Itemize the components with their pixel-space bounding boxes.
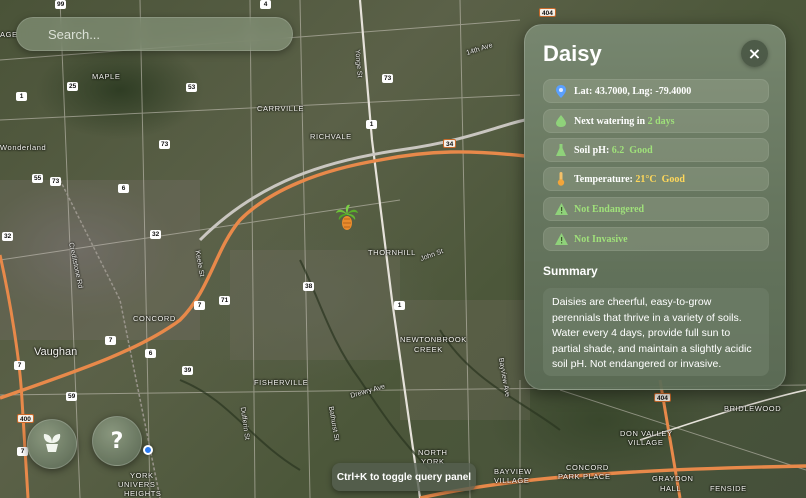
place-label-thornhill: THORNHILL [368,248,416,257]
route-shield: 7 [14,361,25,370]
place-label-york-univ: YORK [130,471,154,480]
route-shield: 6 [118,184,129,193]
route-shield: 7 [194,301,205,310]
route-shield: 73 [159,140,171,149]
watering-label: Next watering in [574,115,646,127]
watering-value: 2 days [647,115,675,127]
location-label: Lat: 43.7000, Lng: -79.4000 [574,85,692,97]
route-shield: 34 [443,139,457,148]
place-label-carrville: CARRVILLE [257,104,304,113]
place-label-village2: VILLAGE [494,476,530,485]
place-label-bayview: BAYVIEW [494,467,532,476]
route-shield: 99 [55,0,67,9]
route-shield: 73 [382,74,394,83]
route-shield: 7 [105,336,116,345]
place-label-heights: HEIGHTS [124,489,162,498]
route-shield: 32 [150,230,162,239]
place-label-univers: UNIVERS [118,480,156,489]
current-location-dot [143,445,153,455]
location-pin-icon [554,84,568,98]
location-row: Lat: 43.7000, Lng: -79.4000 [543,79,769,103]
route-shield: 73 [50,177,62,186]
query-panel-hint: Ctrl+K to toggle query panel [332,463,476,491]
route-shield: 400 [17,414,34,423]
ph-row: Soil pH: 6.2 Good [543,138,769,162]
place-label-village: VILLAGE [628,438,664,447]
flask-icon [554,144,568,156]
search-bar[interactable] [16,17,293,51]
route-shield: 38 [303,282,315,291]
place-label-graydon: GRAYDON [652,474,694,483]
plant-info-panel: Daisy × Lat: 43.7000, Lng: -79.4000 Next… [524,24,786,390]
route-shield: 404 [539,8,556,17]
place-label-wonderland: Wonderland [0,143,47,152]
place-label-don-valley: DON VALLEY [620,429,673,438]
place-label-fenside: FENSIDE [710,484,747,493]
close-button[interactable]: × [741,40,768,67]
temperature-label: Temperature: [574,173,633,185]
route-shield: 1 [16,92,27,101]
palm-tree-icon[interactable] [336,204,358,232]
place-label-concord-park: CONCORD [566,463,609,472]
route-shield: 7 [17,447,28,456]
route-shield: 1 [366,120,377,129]
place-label-fisherville: FISHERVILLE [254,378,309,387]
watering-row: Next watering in 2 days [543,109,769,133]
help-button[interactable]: ? [92,416,142,466]
panel-title: Daisy [543,41,602,66]
thermometer-icon [554,172,568,186]
water-drop-icon [554,115,568,127]
place-label-age: AGE [0,30,18,39]
temperature-status: Good [661,173,685,185]
place-label-north: NORTH [418,448,448,457]
route-shield: 1 [394,301,405,310]
endangered-label: Not Endangered [574,203,645,215]
place-label-park-place: PARK PLACE [558,472,611,481]
warning-triangle-icon [554,233,568,245]
summary-heading: Summary [543,264,598,278]
temperature-row: Temperature: 21°C Good [543,167,769,191]
route-shield: 4 [260,0,271,9]
route-shield: 32 [2,232,14,241]
place-label-vaughan: Vaughan [34,346,78,358]
route-shield: 71 [219,296,231,305]
plant-button[interactable] [27,419,77,469]
endangered-row: Not Endangered [543,197,769,221]
ph-label: Soil pH: [574,144,610,156]
place-label-newtonbrook: NEWTONBROOK [400,335,467,344]
invasive-label: Not Invasive [574,233,628,245]
plant-icon [41,431,63,458]
route-shield: 59 [66,392,78,401]
ph-status: Good [629,144,653,156]
place-label-bridlewood: BRIDLEWOOD [724,404,782,413]
place-label-richvale: RICHVALE [310,132,352,141]
invasive-row: Not Invasive [543,227,769,251]
place-label-concord: CONCORD [133,314,176,323]
route-shield: 53 [186,83,198,92]
place-label-hall: HALL [660,484,682,493]
route-shield: 6 [145,349,156,358]
route-shield: 39 [182,366,194,375]
warning-triangle-icon [554,203,568,215]
help-icon: ? [110,428,124,454]
temperature-value: 21°C [635,173,657,185]
place-label-maple: MAPLE [92,72,121,81]
search-input[interactable] [17,18,292,50]
place-label-creek: CREEK [414,345,443,354]
route-shield: 404 [654,393,671,402]
route-shield: 55 [32,174,44,183]
ph-value: 6.2 [611,144,625,156]
route-shield: 25 [67,82,79,91]
summary-text: Daisies are cheerful, easy-to-grow peren… [543,288,769,376]
